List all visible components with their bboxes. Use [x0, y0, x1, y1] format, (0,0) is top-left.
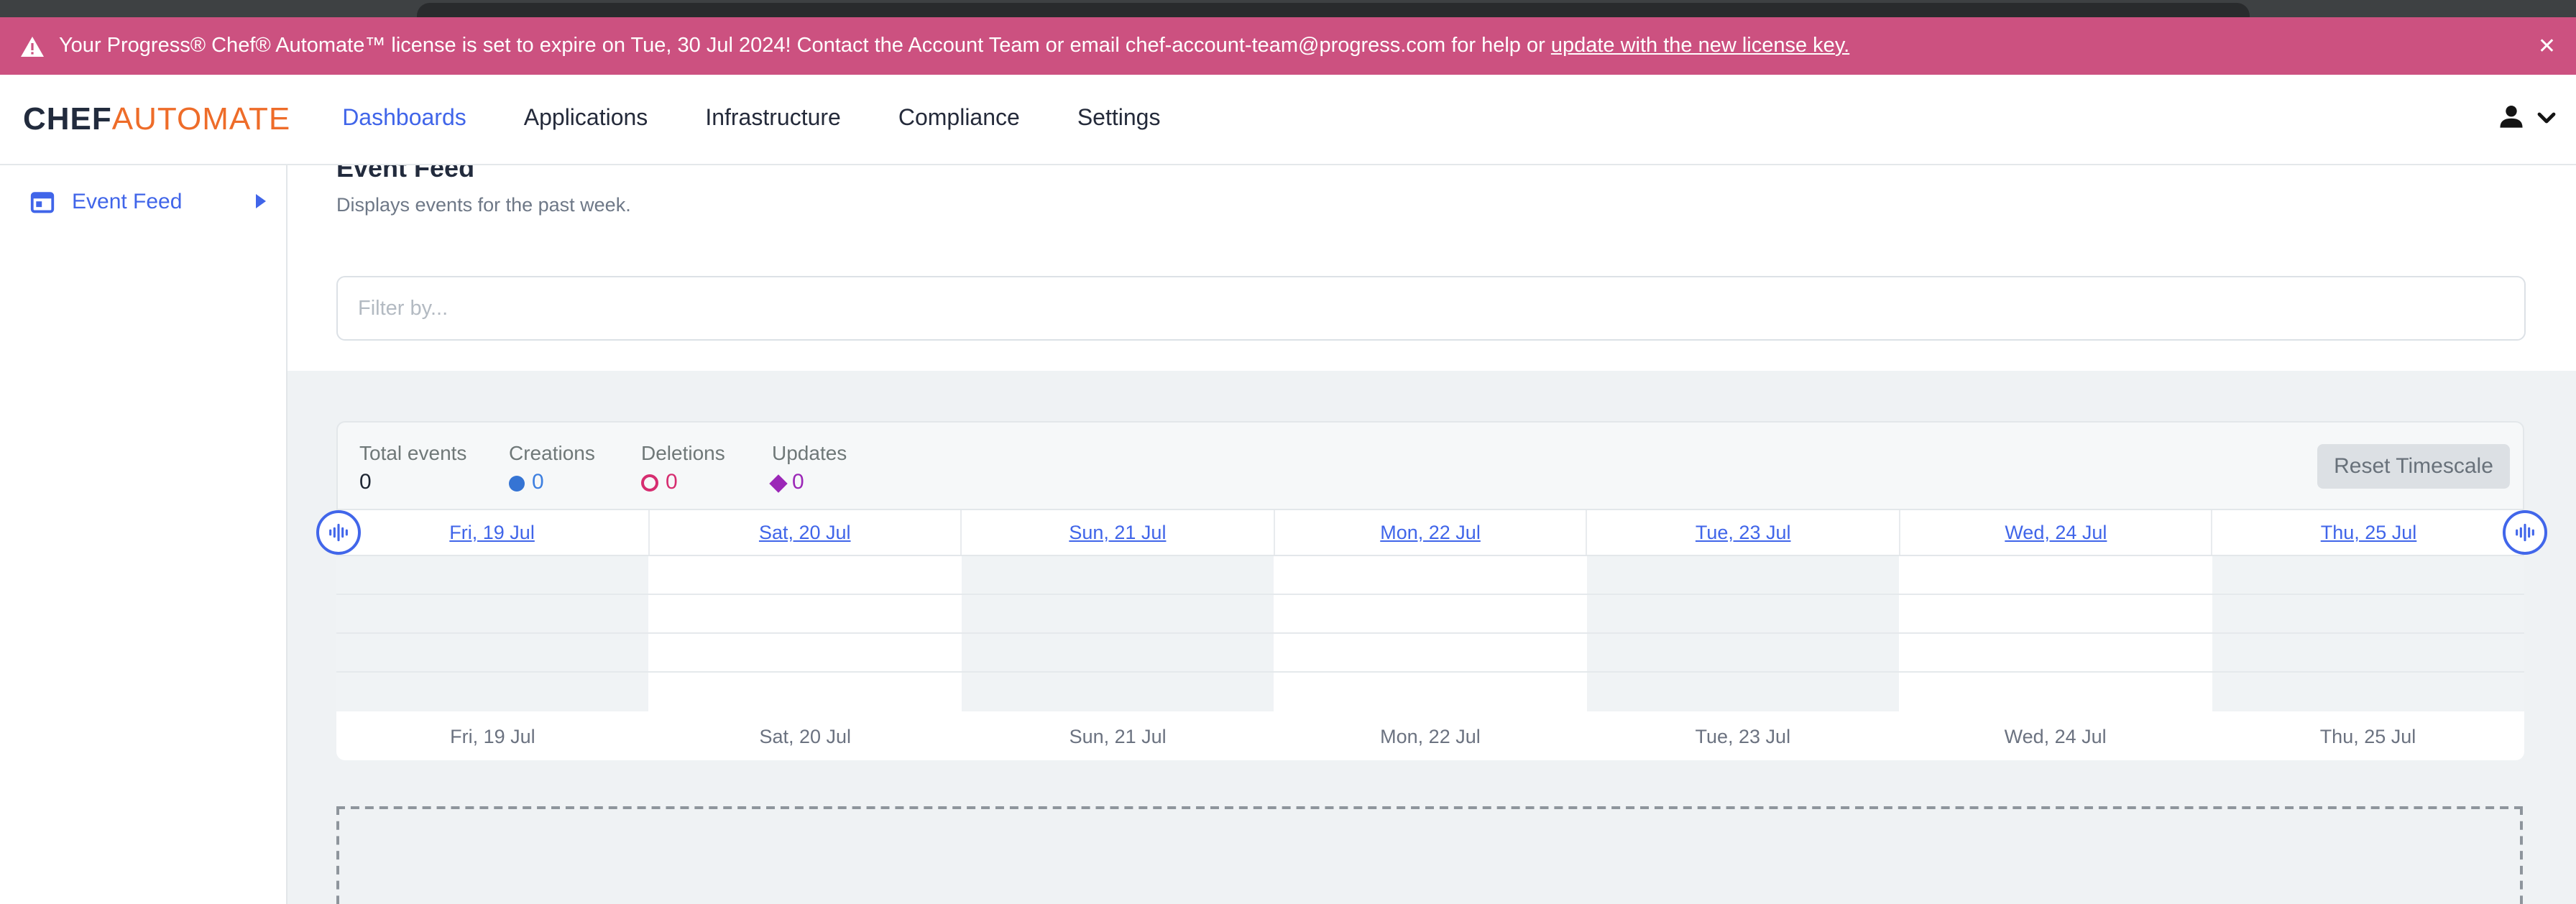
main-content: Event Feed Displays events for the past …: [288, 165, 2576, 904]
warning-icon: [20, 35, 45, 57]
stat-value: 0: [772, 470, 847, 496]
day-header-cell: Wed, 24 Jul: [1900, 510, 2213, 555]
day-link-sat[interactable]: Sat, 20 Jul: [759, 522, 851, 543]
day-link-mon[interactable]: Mon, 22 Jul: [1380, 522, 1481, 543]
updates-marker-icon: [769, 474, 787, 492]
sidebar-item-event-feed[interactable]: Event Feed: [0, 181, 286, 221]
day-link-sun[interactable]: Sun, 21 Jul: [1069, 522, 1166, 543]
close-icon[interactable]: ✕: [2538, 17, 2556, 75]
deletions-marker-icon: [641, 474, 658, 492]
footer-day-label: Wed, 24 Jul: [1899, 725, 2212, 747]
stat-number: 0: [532, 470, 544, 496]
timeline-column-tue: [1586, 556, 1899, 711]
timeline-footer-labels: Fri, 19 Jul Sat, 20 Jul Sun, 21 Jul Mon,…: [336, 711, 2524, 760]
footer-day-label: Sun, 21 Jul: [962, 725, 1274, 747]
logo-chef-text: CHEF: [23, 101, 112, 137]
event-timeline-card: Total events 0 Creations 0 Deletions 0 U…: [336, 421, 2524, 759]
day-header-cell: Sat, 20 Jul: [649, 510, 962, 555]
app-window: Your Progress® Chef® Automate™ license i…: [0, 0, 2576, 904]
nav-item-compliance[interactable]: Compliance: [898, 106, 1020, 132]
footer-day-label: Thu, 25 Jul: [2212, 725, 2524, 747]
day-header-cell: Sun, 21 Jul: [962, 510, 1274, 555]
nav-item-dashboards[interactable]: Dashboards: [342, 106, 466, 132]
nav-item-settings[interactable]: Settings: [1077, 106, 1161, 132]
browser-chrome-bar: [0, 0, 2576, 17]
timeline-column-sun: [962, 556, 1274, 711]
timescale-slider-right-button[interactable]: [2503, 510, 2547, 555]
day-link-wed[interactable]: Wed, 24 Jul: [2005, 522, 2107, 543]
timeline-grid-body: [336, 556, 2524, 711]
timescale-slider-left-button[interactable]: [316, 510, 361, 555]
user-menu[interactable]: [2496, 100, 2556, 139]
day-link-fri[interactable]: Fri, 19 Jul: [449, 522, 535, 543]
event-stats: Total events 0 Creations 0 Deletions 0 U…: [359, 440, 847, 496]
chef-automate-logo[interactable]: CHEFAUTOMATE: [23, 101, 290, 138]
timeline-column-wed: [1899, 556, 2212, 711]
guitar-string-drop-zone: [336, 806, 2523, 904]
page-title: Event Feed: [336, 165, 474, 187]
footer-day-label: Fri, 19 Jul: [336, 725, 649, 747]
stat-creations: Creations 0: [509, 440, 641, 496]
timeline-day-header-row: Fri, 19 Jul Sat, 20 Jul Sun, 21 Jul Mon,…: [336, 509, 2524, 556]
browser-tab-shape: [417, 3, 2250, 17]
page-subtitle: Displays events for the past week.: [336, 194, 631, 216]
chevron-down-icon: [2537, 106, 2556, 132]
stat-value: 0: [359, 470, 509, 496]
license-message-text: Your Progress® Chef® Automate™ license i…: [59, 34, 1551, 57]
stat-label: Deletions: [641, 440, 772, 466]
stat-updates: Updates 0: [772, 440, 847, 496]
logo-automate-text: AUTOMATE: [112, 101, 290, 137]
timeline-column-mon: [1274, 556, 1587, 711]
day-header-cell: Mon, 22 Jul: [1274, 510, 1587, 555]
user-icon: [2496, 100, 2527, 139]
license-message: Your Progress® Chef® Automate™ license i…: [59, 34, 1849, 57]
sidebar-item-label: Event Feed: [72, 189, 182, 213]
day-link-thu[interactable]: Thu, 25 Jul: [2321, 522, 2417, 543]
stat-number: 0: [792, 470, 804, 496]
stat-number: 0: [666, 470, 678, 496]
filter-input[interactable]: [336, 276, 2526, 341]
day-header-cell: Fri, 19 Jul: [336, 510, 649, 555]
day-header-cell: Thu, 25 Jul: [2213, 510, 2524, 555]
stat-label: Updates: [772, 440, 847, 466]
event-timeline-grid: Fri, 19 Jul Sat, 20 Jul Sun, 21 Jul Mon,…: [336, 509, 2524, 760]
timeline-column-fri: [336, 556, 649, 711]
timeline-column-thu: [2212, 556, 2524, 711]
day-link-tue[interactable]: Tue, 23 Jul: [1696, 522, 1791, 543]
creations-marker-icon: [509, 475, 525, 491]
nav-item-applications[interactable]: Applications: [524, 106, 648, 132]
stat-value: 0: [509, 470, 641, 496]
calendar-icon: [29, 188, 56, 215]
app-header: CHEFAUTOMATE Dashboards Applications Inf…: [0, 75, 2576, 165]
stat-label: Total events: [359, 440, 509, 466]
expand-arrow-icon: [256, 194, 266, 208]
reset-timescale-button[interactable]: Reset Timescale: [2317, 444, 2510, 489]
timeline-column-sat: [649, 556, 962, 711]
sidebar: Event Feed: [0, 165, 288, 904]
stat-deletions: Deletions 0: [641, 440, 772, 496]
nav-item-infrastructure[interactable]: Infrastructure: [705, 106, 841, 132]
main-nav: Dashboards Applications Infrastructure C…: [342, 106, 1160, 132]
stat-total-events: Total events 0: [359, 440, 509, 496]
day-header-cell: Tue, 23 Jul: [1588, 510, 1900, 555]
update-license-link[interactable]: update with the new license key.: [1551, 34, 1849, 57]
footer-day-label: Sat, 20 Jul: [649, 725, 962, 747]
stat-label: Creations: [509, 440, 641, 466]
footer-day-label: Mon, 22 Jul: [1274, 725, 1587, 747]
stat-value: 0: [641, 470, 772, 496]
footer-day-label: Tue, 23 Jul: [1586, 725, 1899, 747]
license-banner: Your Progress® Chef® Automate™ license i…: [0, 17, 2576, 75]
